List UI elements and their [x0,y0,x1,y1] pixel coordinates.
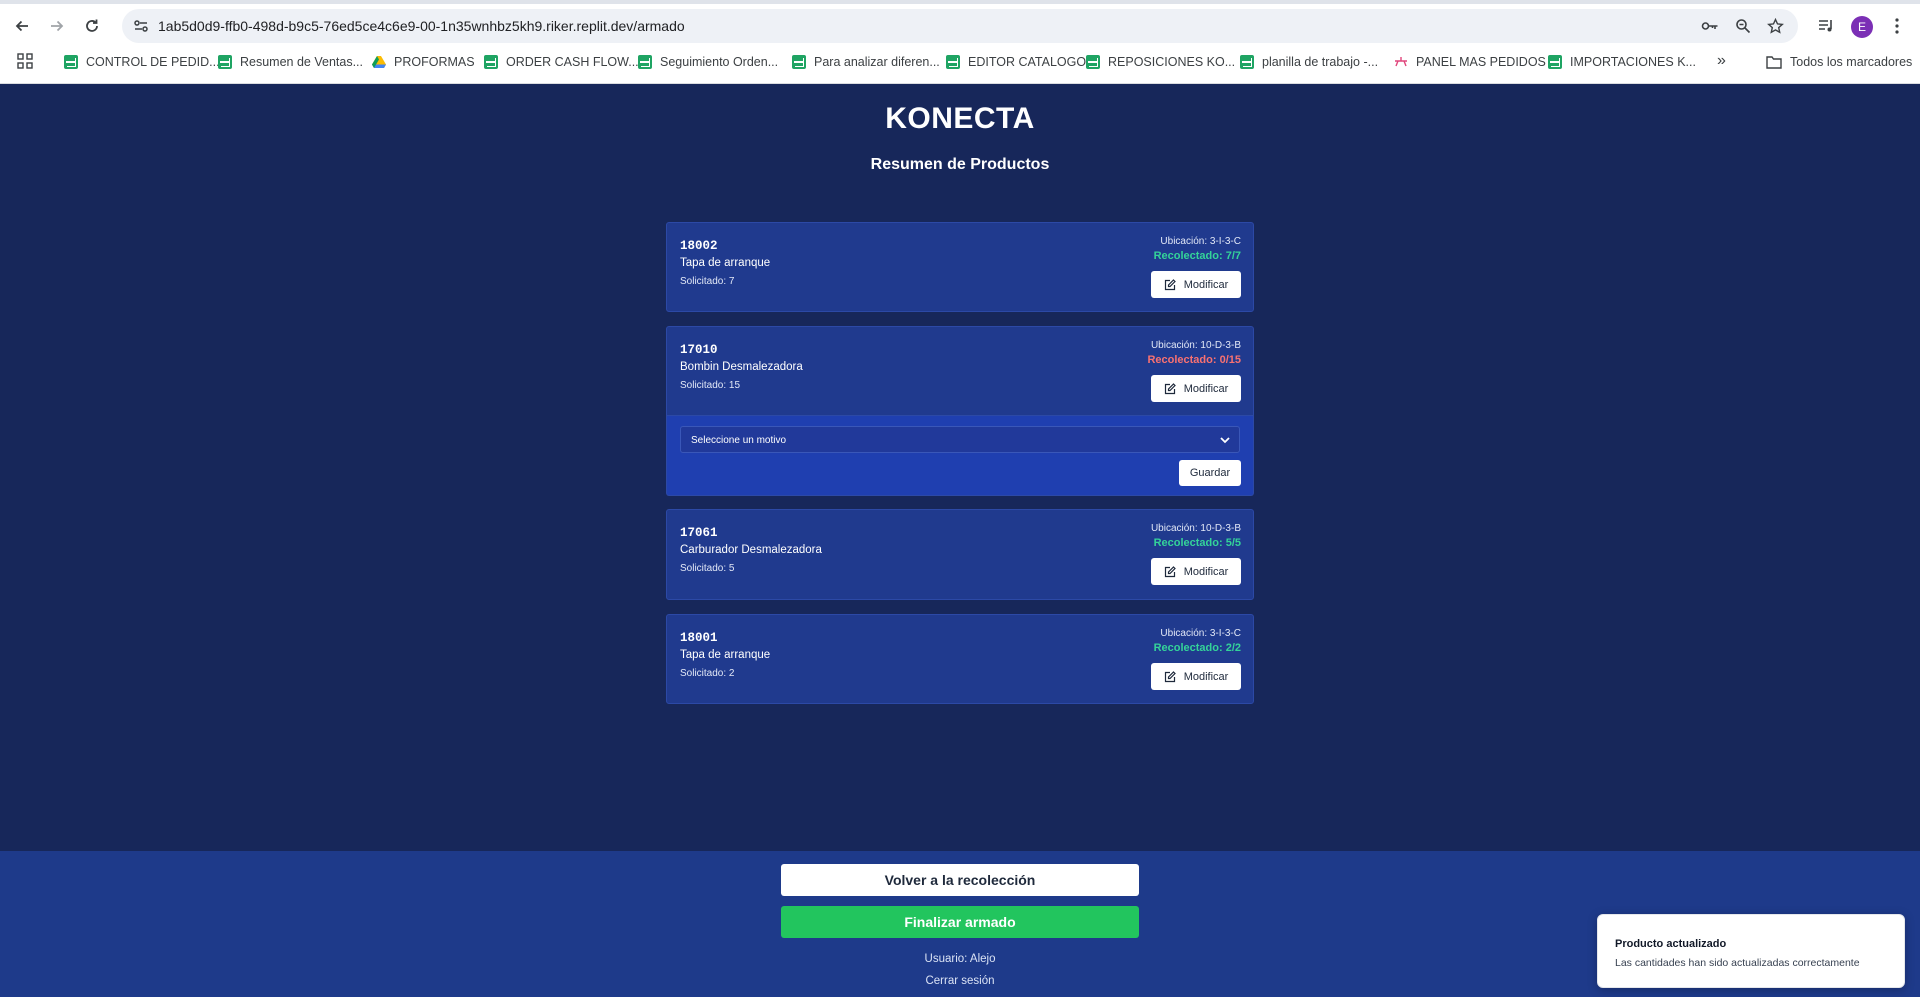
product-name: Bombin Desmalezadora [680,361,803,373]
bookmark-item[interactable]: PANEL MAS PEDIDOS [1394,53,1546,71]
product-location: Ubicación: 10-D-3-B [1150,340,1241,351]
bookmark-item[interactable]: Para analizar diferen... [792,53,940,71]
modify-button[interactable]: Modificar [1151,375,1241,402]
bookmark-star-icon[interactable] [1765,16,1785,36]
toast-title: Producto actualizado [1615,938,1727,950]
profile-avatar[interactable]: E [1851,16,1873,38]
product-code: 18002 [680,239,718,253]
product-location: Ubicación: 10-D-3-B [1150,523,1241,534]
finish-assembly-button[interactable]: Finalizar armado [781,906,1139,938]
sheets-icon [638,55,652,69]
requested-quantity: Solicitado: 5 [680,563,735,574]
bookmark-item[interactable]: IMPORTACIONES K... [1548,53,1696,71]
address-bar[interactable]: 1ab5d0d9-ffb0-498d-b9c5-76ed5ce4c6e9-00-… [122,9,1798,43]
site-settings-icon[interactable] [132,17,150,35]
app-title: KONECTA [885,102,1035,135]
more-bookmarks-icon[interactable]: » [1717,52,1726,70]
bookmark-item[interactable]: planilla de trabajo -... [1240,53,1378,71]
browser-toolbar: 1ab5d0d9-ffb0-498d-b9c5-76ed5ce4c6e9-00-… [0,6,1920,46]
apps-grid-icon[interactable] [17,53,35,71]
reason-select[interactable]: Seleccione un motivo [680,426,1240,453]
product-card: 18002 Tapa de arranque Solicitado: 7 Ubi… [666,222,1254,312]
bookmark-item[interactable]: Seguimiento Orden... [638,53,778,71]
chevron-down-icon [1220,437,1230,444]
toast-notification: Producto actualizado Las cantidades han … [1597,914,1905,988]
product-card: 17010 Bombin Desmalezadora Solicitado: 1… [666,326,1254,416]
collected-status: Recolectado: 0/15 [1147,354,1241,366]
bookmark-item[interactable]: PROFORMAS [372,53,475,71]
app-icon [1395,57,1407,67]
collected-status: Recolectado: 2/2 [1153,642,1241,654]
sheets-icon [1240,55,1254,69]
drive-icon [372,56,386,68]
product-code: 17061 [680,526,718,540]
bookmark-item[interactable]: REPOSICIONES KO... [1086,53,1235,71]
tab-strip [0,0,1920,4]
sheets-icon [792,55,806,69]
modify-button[interactable]: Modificar [1151,558,1241,585]
edit-icon [1164,670,1176,682]
bookmarks-bar: CONTROL DE PEDID... Resumen de Ventas...… [0,50,1920,74]
bookmark-item[interactable]: CONTROL DE PEDID... [64,53,220,71]
bookmark-item[interactable]: EDITOR CATALOGO [946,53,1086,71]
sheets-icon [1086,55,1100,69]
save-button[interactable]: Guardar [1179,460,1241,486]
page-subtitle: Resumen de Productos [870,156,1050,173]
sheets-icon [64,55,78,69]
sheets-icon [1548,55,1562,69]
edit-icon [1164,278,1176,290]
edit-icon [1164,565,1176,577]
all-bookmarks-folder[interactable]: Todos los marcadores [1766,53,1912,71]
product-code: 18001 [680,631,718,645]
sheets-icon [484,55,498,69]
media-control-icon[interactable] [1815,15,1837,37]
requested-quantity: Solicitado: 15 [680,380,741,391]
reason-panel: Seleccione un motivo Guardar [666,416,1254,496]
requested-quantity: Solicitado: 7 [680,276,735,287]
zoom-icon[interactable] [1733,16,1753,36]
bookmark-item[interactable]: Resumen de Ventas... [218,53,363,71]
edit-icon [1164,382,1176,394]
product-code: 17010 [680,343,718,357]
product-name: Tapa de arranque [680,257,771,269]
collected-status: Recolectado: 5/5 [1153,537,1241,549]
forward-icon[interactable] [41,10,73,42]
product-card: 17061 Carburador Desmalezadora Solicitad… [666,509,1254,600]
bookmark-item[interactable]: ORDER CASH FLOW... [484,53,639,71]
product-name: Tapa de arranque [680,649,771,661]
folder-icon [1766,56,1782,69]
requested-quantity: Solicitado: 2 [680,668,735,679]
product-location: Ubicación: 3-I-3-C [1160,628,1241,639]
product-location: Ubicación: 3-I-3-C [1160,236,1241,247]
collected-status: Recolectado: 7/7 [1153,250,1241,262]
sheets-icon [946,55,960,69]
toast-description: Las cantidades han sido actualizadas cor… [1615,957,1860,969]
url-text: 1ab5d0d9-ffb0-498d-b9c5-76ed5ce4c6e9-00-… [158,18,685,34]
sheets-icon [218,55,232,69]
modify-button[interactable]: Modificar [1151,271,1241,298]
back-icon[interactable] [6,10,38,42]
browser-chrome: 1ab5d0d9-ffb0-498d-b9c5-76ed5ce4c6e9-00-… [0,0,1920,84]
modify-button[interactable]: Modificar [1151,663,1241,690]
product-card: 18001 Tapa de arranque Solicitado: 2 Ubi… [666,614,1254,704]
password-key-icon[interactable] [1700,16,1720,36]
browser-menu-icon[interactable] [1886,15,1908,37]
reason-select-value: Seleccione un motivo [691,435,787,446]
reload-icon[interactable] [76,10,108,42]
product-name: Carburador Desmalezadora [680,544,822,556]
back-to-collection-button[interactable]: Volver a la recolección [781,864,1139,896]
